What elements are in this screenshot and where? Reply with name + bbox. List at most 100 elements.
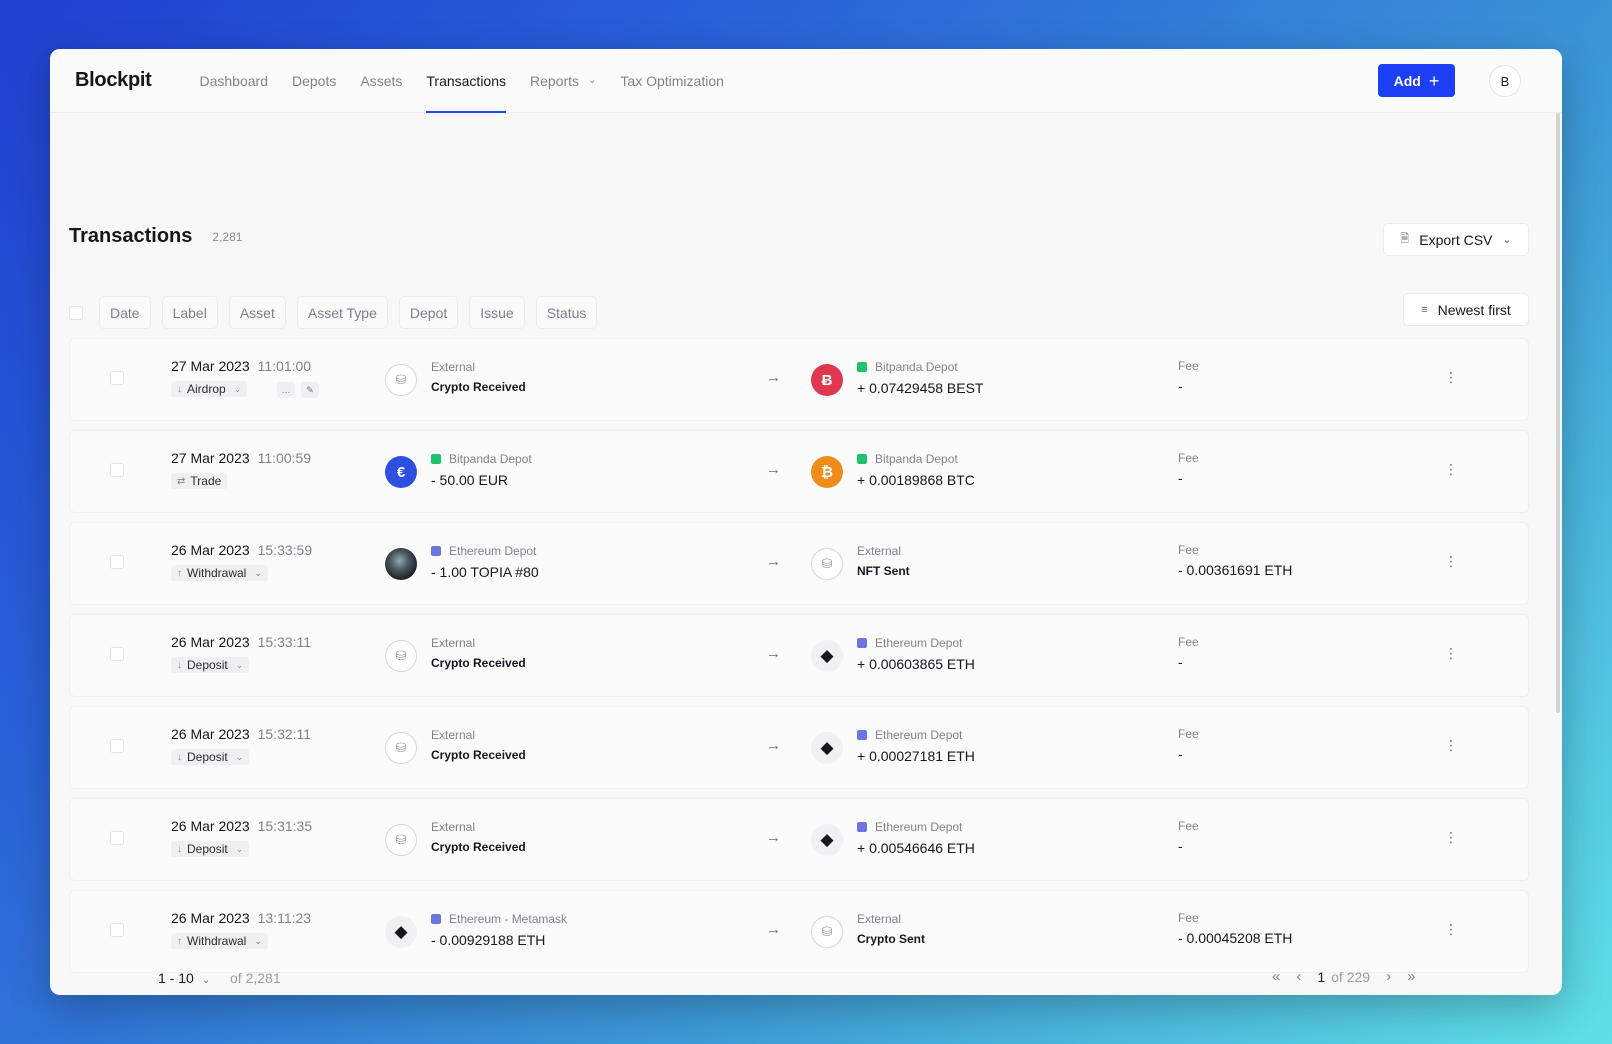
- chevron-down-icon: ⌄: [235, 843, 244, 854]
- depot-badge-icon: [857, 822, 867, 832]
- from-depot: External: [431, 819, 526, 835]
- add-button[interactable]: Add +: [1378, 64, 1455, 97]
- transaction-label-tag[interactable]: ↓ Deposit ⌄: [171, 749, 250, 765]
- table-row[interactable]: 27 Mar 2023 11:00:59 ⇄ Trade € Bitpanda De…: [69, 430, 1529, 513]
- main-nav: Dashboard Depots Assets Transactions Rep…: [200, 49, 748, 113]
- nav-label: Depots: [292, 72, 337, 89]
- row-checkbox[interactable]: [110, 831, 124, 845]
- transaction-label-tag[interactable]: ↑ Withdrawal ⌄: [171, 933, 268, 949]
- first-page-icon[interactable]: «: [1272, 968, 1280, 985]
- transaction-datetime: 26 Mar 2023 15:32:11: [171, 726, 311, 742]
- transaction-datetime: 26 Mar 2023 15:31:35: [171, 818, 312, 834]
- fee-label: Fee: [1178, 451, 1199, 465]
- arrow-right-icon: →: [766, 737, 781, 754]
- sort-button[interactable]: ≡ Newest first: [1403, 293, 1529, 326]
- chevron-down-icon: ⌄: [254, 567, 262, 578]
- more-options-icon[interactable]: ⋮: [1444, 554, 1458, 568]
- to-amount: Crypto Sent: [857, 932, 926, 946]
- scrollbar[interactable]: [1556, 113, 1560, 713]
- from-depot: External: [431, 635, 526, 651]
- filter-asset-type[interactable]: Asset Type: [296, 296, 388, 329]
- from-account: Ethereum - Metamask - 0.00929188 ETH: [431, 911, 567, 948]
- transaction-label-tag[interactable]: ↓ Deposit ⌄: [171, 841, 250, 857]
- plus-icon: +: [1428, 70, 1440, 91]
- chevron-down-icon: ⌄: [254, 935, 262, 946]
- to-amount: NFT Sent: [857, 564, 910, 578]
- row-checkbox[interactable]: [110, 739, 124, 753]
- prev-page-icon[interactable]: ‹: [1296, 968, 1301, 985]
- filter-label[interactable]: Label: [161, 296, 218, 329]
- more-options-icon[interactable]: ⋮: [1444, 646, 1458, 660]
- eth-icon: ◆: [385, 916, 417, 948]
- current-page[interactable]: 1: [1317, 969, 1325, 985]
- row-actions: … ✎: [277, 382, 319, 398]
- comment-icon[interactable]: …: [277, 382, 295, 398]
- table-row[interactable]: 26 Mar 2023 15:33:11 ↓ Deposit ⌄ ⛁ External…: [69, 614, 1529, 697]
- next-page-icon[interactable]: ›: [1386, 968, 1391, 985]
- row-checkbox[interactable]: [110, 463, 124, 477]
- fee: Fee -: [1178, 635, 1199, 670]
- fee: Fee -: [1178, 359, 1199, 394]
- table-row[interactable]: 26 Mar 2023 15:32:11 ↓ Deposit ⌄ ⛁ External…: [69, 706, 1529, 789]
- page-range: 1 - 10: [158, 970, 194, 986]
- filter-depot[interactable]: Depot: [398, 296, 459, 329]
- eth-icon: ◆: [811, 640, 843, 672]
- nav-label: Assets: [360, 72, 403, 89]
- filter-issue[interactable]: Issue: [469, 296, 525, 329]
- more-options-icon[interactable]: ⋮: [1444, 738, 1458, 752]
- from-account: Ethereum Depot - 1.00 TOPIA #80: [431, 543, 539, 580]
- nav-dashboard[interactable]: Dashboard: [200, 49, 269, 113]
- to-account: External NFT Sent: [857, 543, 910, 578]
- nav-reports[interactable]: Reports ⌄: [530, 49, 596, 113]
- from-depot-label: External: [431, 728, 476, 742]
- row-checkbox[interactable]: [110, 647, 124, 661]
- export-csv-button[interactable]: 🗎 Export CSV ⌄: [1383, 223, 1529, 256]
- nav-assets[interactable]: Assets: [360, 49, 402, 113]
- fee-value: -: [1178, 378, 1183, 394]
- select-all-checkbox[interactable]: [69, 305, 83, 320]
- swap-icon: ⇄: [177, 475, 186, 487]
- transaction-label-tag[interactable]: ↓ Deposit ⌄: [171, 657, 250, 673]
- avatar[interactable]: B: [1489, 65, 1521, 97]
- edit-icon[interactable]: ✎: [301, 382, 319, 398]
- rows-per-page-select[interactable]: 1 - 10 ⌄: [158, 970, 210, 986]
- more-options-icon[interactable]: ⋮: [1444, 922, 1458, 936]
- transaction-date: 26 Mar 2023: [171, 634, 250, 650]
- table-row[interactable]: 26 Mar 2023 15:33:59 ↑ Withdrawal ⌄ Ethereu…: [69, 522, 1529, 605]
- transaction-label-tag[interactable]: ↓ Airdrop ⌄: [171, 381, 248, 397]
- transaction-label-tag[interactable]: ⇄ Trade: [171, 473, 228, 489]
- from-depot-label: External: [431, 820, 476, 834]
- to-depot: External: [857, 911, 925, 927]
- external-db-icon: ⛁: [385, 824, 417, 856]
- transaction-date: 26 Mar 2023: [171, 818, 250, 834]
- row-checkbox[interactable]: [110, 555, 124, 569]
- nav-tax-optimization[interactable]: Tax Optimization: [620, 49, 723, 113]
- more-options-icon[interactable]: ⋮: [1444, 830, 1458, 844]
- nav-depots[interactable]: Depots: [292, 49, 336, 113]
- filter-status[interactable]: Status: [535, 296, 598, 329]
- row-checkbox[interactable]: [110, 923, 124, 937]
- filter-asset[interactable]: Asset: [228, 296, 286, 329]
- last-page-icon[interactable]: »: [1407, 968, 1415, 985]
- table-row[interactable]: 27 Mar 2023 11:01:00 ↓ Airdrop ⌄ … ✎ ⛁ Exter…: [69, 338, 1529, 421]
- arrow-right-icon: →: [766, 461, 781, 478]
- fee-value: -: [1178, 470, 1183, 486]
- file-icon: 🗎: [1400, 233, 1410, 245]
- transaction-datetime: 26 Mar 2023 15:33:59: [171, 542, 312, 558]
- transaction-datetime: 27 Mar 2023 11:01:00: [171, 358, 311, 374]
- table-row[interactable]: 26 Mar 2023 15:31:35 ↓ Deposit ⌄ ⛁ External…: [69, 798, 1529, 881]
- from-depot: External: [431, 359, 526, 375]
- logo[interactable]: Blockpit: [75, 69, 152, 92]
- to-amount: + 0.00189868 BTC: [857, 472, 975, 488]
- from-depot: Ethereum - Metamask: [431, 911, 567, 927]
- from-amount: - 0.00929188 ETH: [431, 932, 546, 948]
- nav-transactions[interactable]: Transactions: [426, 49, 506, 113]
- pager: « ‹ 1 of 229 › »: [1272, 968, 1415, 985]
- transaction-label-tag[interactable]: ↑ Withdrawal ⌄: [171, 565, 268, 581]
- more-options-icon[interactable]: ⋮: [1444, 462, 1458, 476]
- row-checkbox[interactable]: [110, 371, 124, 385]
- to-depot-label: External: [857, 544, 902, 558]
- to-depot-label: Bitpanda Depot: [875, 452, 958, 466]
- filter-date[interactable]: Date: [99, 296, 151, 329]
- more-options-icon[interactable]: ⋮: [1444, 370, 1458, 384]
